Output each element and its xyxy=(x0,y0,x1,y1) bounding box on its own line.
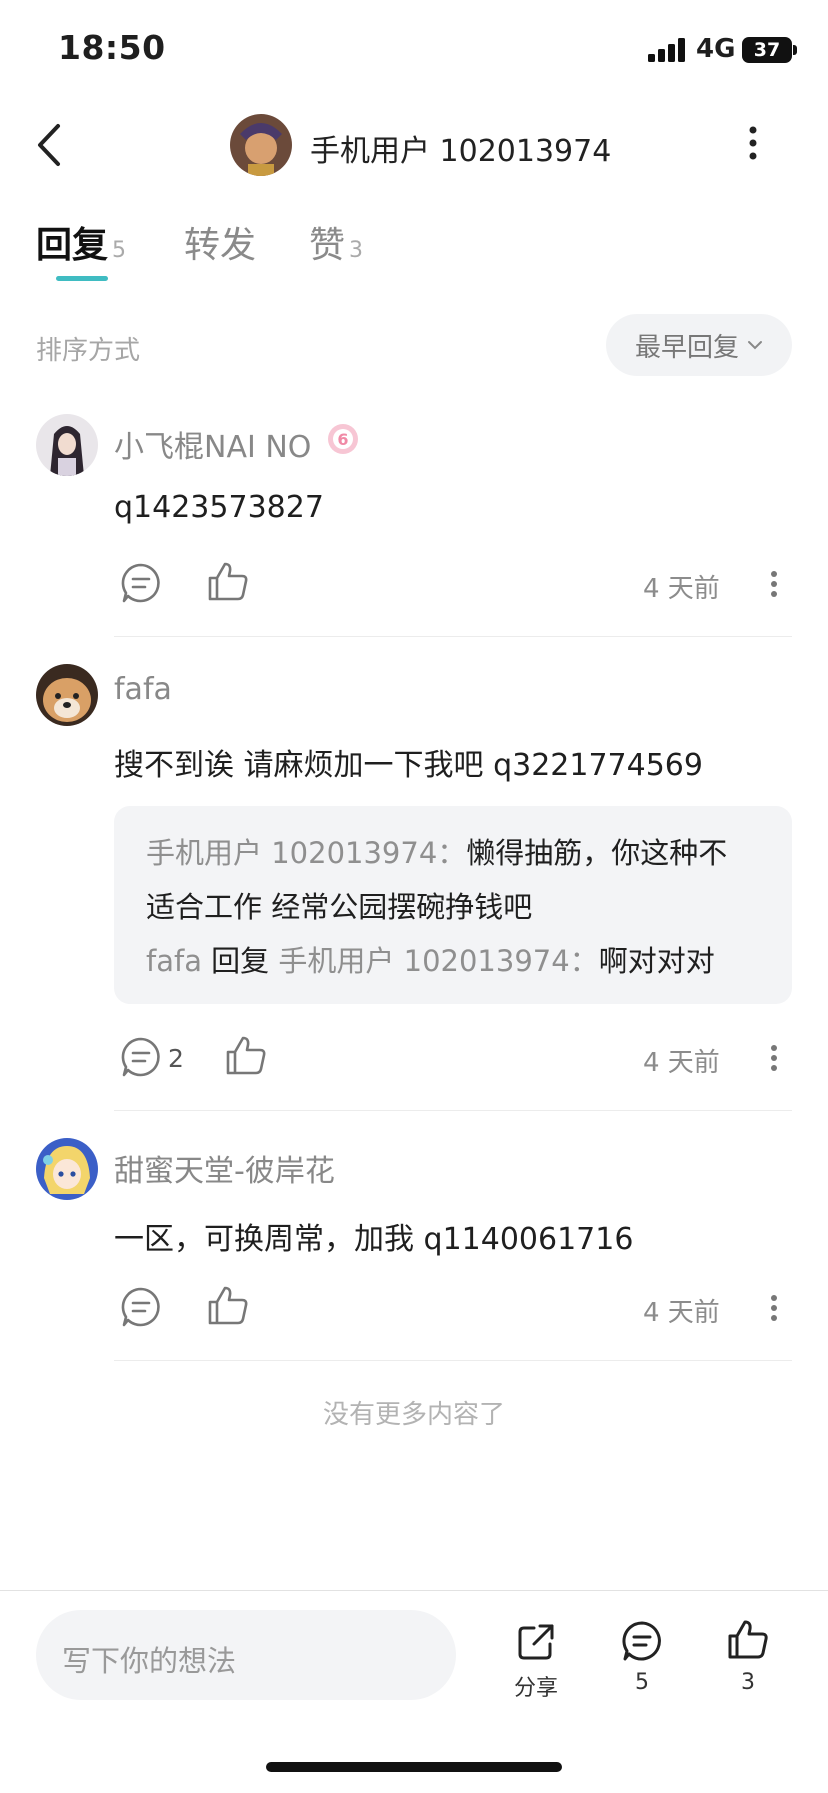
sort-label: 排序方式 xyxy=(36,336,141,366)
avatar[interactable] xyxy=(36,414,98,476)
signal-icon xyxy=(648,38,685,62)
comment-time: 4 天前 xyxy=(643,1298,720,1328)
battery-tip xyxy=(793,45,797,55)
comment-input[interactable]: 写下你的想法 xyxy=(36,1610,456,1700)
tab-likes[interactable]: 赞3 xyxy=(309,216,363,268)
tab-forwards-label: 转发 xyxy=(184,225,257,266)
avatar[interactable] xyxy=(36,1138,98,1200)
bottom-divider xyxy=(0,1590,828,1591)
tab-likes-label: 赞 xyxy=(309,225,346,266)
quote-text: 适合工作 经常公园摆碗挣钱吧 xyxy=(146,890,533,924)
no-more-content: 没有更多内容了 xyxy=(322,1400,505,1430)
divider xyxy=(114,636,792,637)
quoted-replies[interactable]: 手机用户 102013974：懒得抽筋，你这种不 适合工作 经常公园摆碗挣钱吧 … xyxy=(114,806,792,1004)
tab-replies-count: 5 xyxy=(112,238,127,263)
comment-time: 4 天前 xyxy=(643,574,720,604)
status-time: 18:50 xyxy=(58,28,166,67)
quote-line: 适合工作 经常公园摆碗挣钱吧 xyxy=(146,884,532,926)
divider xyxy=(114,1110,792,1111)
quote-user[interactable]: 手机用户 102013974： xyxy=(278,944,598,978)
comment-text: 搜不到诶 请麻烦加一下我吧 q3221774569 xyxy=(114,748,703,783)
sort-dropdown[interactable]: 最早回复 xyxy=(606,314,792,376)
tab-likes-count: 3 xyxy=(349,238,364,263)
comment-icon[interactable] xyxy=(120,562,162,604)
quote-line: fafa 回复 手机用户 102013974：啊对对对 xyxy=(146,938,715,980)
tab-indicator xyxy=(56,276,108,281)
quote-text: 懒得抽筋，你这种不 xyxy=(466,836,728,870)
home-indicator[interactable] xyxy=(266,1762,562,1772)
comment-username[interactable]: 小飞棍NAI NO xyxy=(114,422,311,466)
comment-icon[interactable] xyxy=(120,1286,162,1328)
comment-text: 一区，可换周常，加我 q1140061716 xyxy=(114,1222,634,1257)
tab-replies[interactable]: 回复 5 xyxy=(36,216,126,268)
header-avatar[interactable] xyxy=(230,114,292,176)
comments-icon[interactable] xyxy=(621,1620,663,1662)
avatar[interactable] xyxy=(36,664,98,726)
sort-selected: 最早回复 xyxy=(634,332,739,363)
comment-username[interactable]: fafa xyxy=(114,672,172,707)
svg-text:6: 6 xyxy=(337,430,348,449)
back-icon[interactable] xyxy=(30,120,70,170)
comment-more-icon[interactable] xyxy=(769,1294,779,1322)
share-label: 分享 xyxy=(513,1676,558,1701)
chevron-down-icon xyxy=(748,341,762,350)
tab-replies-label: 回复 xyxy=(36,225,109,266)
like-icon[interactable] xyxy=(207,1284,249,1326)
like-icon[interactable] xyxy=(225,1034,267,1076)
comment-icon[interactable] xyxy=(120,1036,162,1078)
like-icon[interactable] xyxy=(207,560,249,602)
quote-text: 啊对对对 xyxy=(598,944,715,978)
user-badge-icon: 6 xyxy=(328,424,358,454)
quote-user[interactable]: fafa xyxy=(146,944,202,978)
reply-count: 2 xyxy=(168,1044,184,1073)
comment-more-icon[interactable] xyxy=(769,1044,779,1072)
battery-icon: 37 xyxy=(742,37,792,63)
tab-forwards[interactable]: 转发 xyxy=(184,216,256,268)
comment-time: 4 天前 xyxy=(643,1048,720,1078)
comment-username[interactable]: 甜蜜天堂-彼岸花 xyxy=(114,1146,335,1190)
quote-reply-word: 回复 xyxy=(201,944,279,978)
quote-line: 手机用户 102013974：懒得抽筋，你这种不 xyxy=(146,830,727,872)
more-icon[interactable] xyxy=(748,126,758,160)
comment-count: 5 xyxy=(635,1670,649,1695)
comment-more-icon[interactable] xyxy=(769,570,779,598)
divider xyxy=(114,1360,792,1361)
share-icon[interactable] xyxy=(516,1622,556,1662)
like-icon[interactable] xyxy=(727,1618,769,1660)
comment-text: q1423573827 xyxy=(114,490,324,525)
like-count: 3 xyxy=(741,1670,755,1695)
comment-input-placeholder: 写下你的想法 xyxy=(62,1644,237,1678)
quote-user[interactable]: 手机用户 102013974： xyxy=(146,836,466,870)
network-type: 4G xyxy=(696,34,736,64)
header-title: 手机用户 102013974 xyxy=(310,134,612,169)
